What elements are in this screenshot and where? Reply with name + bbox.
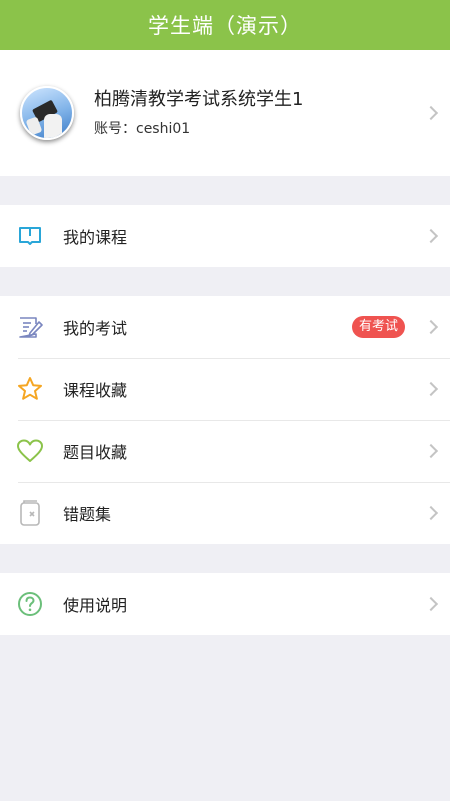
menu-group-course: 我的课程 xyxy=(0,205,450,267)
star-icon xyxy=(17,376,43,402)
chevron-right-icon xyxy=(423,228,439,244)
book-icon xyxy=(17,223,43,249)
exam-badge: 有考试 xyxy=(351,316,405,338)
menu-group-help: 使用说明 xyxy=(0,573,450,635)
question-circle-icon xyxy=(17,591,43,617)
menu-item-question-favorites[interactable]: 题目收藏 xyxy=(0,420,450,482)
menu-label: 错题集 xyxy=(63,505,112,524)
menu-item-my-exams[interactable]: 我的考试 有考试 xyxy=(0,296,450,358)
menu-item-my-courses[interactable]: 我的课程 xyxy=(0,205,450,267)
menu-label: 题目收藏 xyxy=(63,443,128,462)
menu-group-study: 我的考试 有考试 课程收藏 题目收藏 错题集 xyxy=(0,296,450,544)
exam-edit-icon xyxy=(17,314,43,340)
menu-item-course-favorites[interactable]: 课程收藏 xyxy=(0,358,450,420)
chevron-right-icon xyxy=(423,443,439,459)
chevron-right-icon xyxy=(423,381,439,397)
menu-label: 使用说明 xyxy=(63,596,128,615)
profile-account: 账号：ceshi01 xyxy=(94,121,191,137)
avatar xyxy=(20,86,74,140)
profile-name: 柏腾清教学考试系统学生1 xyxy=(94,89,304,110)
app-header: 学生端（演示） xyxy=(0,0,450,50)
heart-icon xyxy=(17,438,43,464)
menu-label: 我的课程 xyxy=(63,228,128,247)
menu-label: 我的考试 xyxy=(63,319,128,338)
menu-label: 课程收藏 xyxy=(63,381,128,400)
profile-card[interactable]: 柏腾清教学考试系统学生1 账号：ceshi01 xyxy=(0,50,450,176)
menu-item-wrong-questions[interactable]: 错题集 xyxy=(0,482,450,544)
chevron-right-icon xyxy=(423,319,439,335)
notebook-x-icon xyxy=(17,500,43,526)
header-title: 学生端（演示） xyxy=(148,14,302,38)
profile-info: 柏腾清教学考试系统学生1 账号：ceshi01 xyxy=(94,88,303,138)
chevron-right-icon xyxy=(423,596,439,612)
menu-item-help[interactable]: 使用说明 xyxy=(0,573,450,635)
chevron-right-icon xyxy=(423,105,439,121)
chevron-right-icon xyxy=(423,505,439,521)
